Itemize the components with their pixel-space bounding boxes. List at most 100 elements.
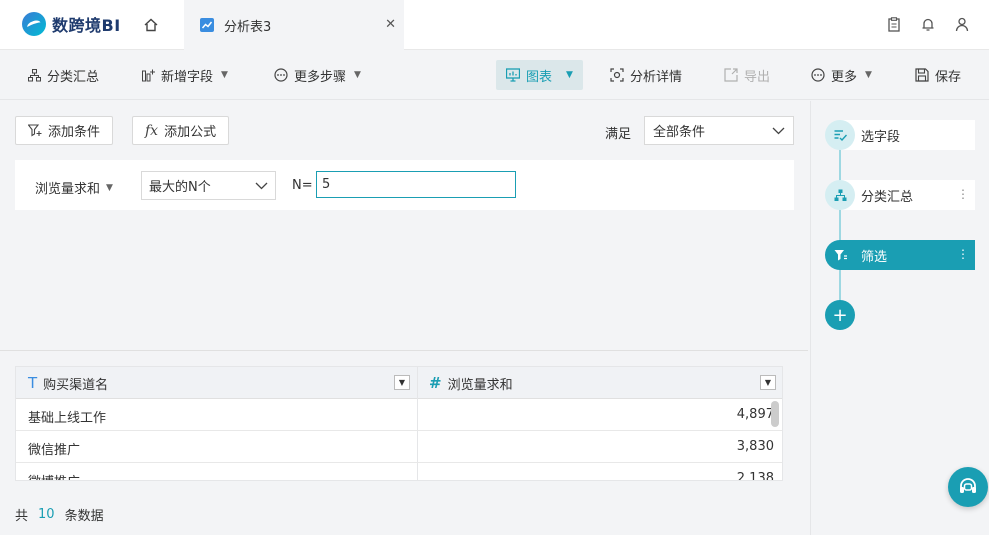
cell-channel: 基础上线工作	[28, 411, 107, 426]
logo-icon	[22, 12, 46, 36]
count-prefix: 共	[15, 509, 29, 524]
step-label: 分类汇总	[840, 180, 975, 210]
result-table: T 购买渠道名 ▼ # 浏览量求和 ▼ 基础上线工作 4,897 微信推广 3,…	[15, 366, 783, 481]
more-vertical-icon[interactable]: ⋮	[957, 187, 969, 201]
export-icon	[724, 68, 738, 82]
user-icon[interactable]	[953, 15, 971, 33]
bell-icon[interactable]	[919, 15, 937, 33]
more-circle-icon	[274, 68, 288, 82]
step-group-summary[interactable]: 分类汇总 ⋮	[825, 180, 975, 210]
analysis-details-label: 分析详情	[630, 69, 683, 85]
details-icon	[610, 68, 624, 82]
group-icon	[28, 68, 41, 81]
add-formula-label: 添加公式	[164, 125, 217, 140]
step-select-fields[interactable]: 选字段	[825, 120, 975, 150]
table-header: T 购买渠道名 ▼ # 浏览量求和 ▼	[16, 367, 782, 399]
add-field-icon	[142, 69, 155, 81]
table-row: 微博推广 2,138	[16, 463, 782, 481]
step-filter[interactable]: 筛选 ⋮	[825, 240, 975, 270]
table-row: 基础上线工作 4,897	[16, 399, 782, 431]
table-row: 微信推广 3,830	[16, 431, 782, 463]
divider	[0, 350, 808, 351]
condition-operator: 最大的N个	[149, 180, 211, 195]
fx-icon: fx	[145, 122, 159, 139]
save-icon	[915, 68, 929, 82]
group-summary-button[interactable]: 分类汇总	[22, 60, 105, 90]
more-circle-icon	[811, 68, 825, 82]
step-label: 选字段	[840, 120, 975, 150]
top-bar: 数跨境BI 分析表3 ✕	[0, 0, 989, 50]
home-icon	[144, 18, 158, 32]
n-label: N=	[292, 178, 313, 193]
add-condition-button[interactable]: 添加条件	[15, 116, 114, 145]
analysis-details-button[interactable]: 分析详情	[604, 60, 688, 90]
export-label: 导出	[744, 69, 771, 85]
cell-channel: 微信推广	[28, 443, 81, 458]
add-formula-button[interactable]: fx 添加公式	[132, 116, 230, 145]
text-type-icon: T	[28, 374, 38, 392]
logo-text: 数跨境BI	[52, 16, 121, 35]
cell-views: 2,138	[736, 471, 774, 481]
number-type-icon: #	[429, 374, 442, 392]
condition-field: 浏览量求和	[35, 182, 101, 197]
chart-button[interactable]: 图表 ▼	[496, 60, 583, 90]
satisfy-select[interactable]: 全部条件	[644, 116, 794, 145]
line-chart-icon	[200, 18, 214, 32]
add-step-button[interactable]: +	[825, 300, 855, 330]
tab-analysis[interactable]: 分析表3 ✕	[184, 0, 404, 50]
caret-down-icon: ▼	[106, 182, 113, 193]
tab-label: 分析表3	[224, 19, 272, 35]
chevron-down-icon	[772, 127, 785, 134]
chevron-down-icon	[255, 182, 268, 189]
count-value: 10	[38, 507, 55, 522]
column-header-views[interactable]: # 浏览量求和	[417, 367, 513, 399]
toolbar: 分类汇总 新增字段 ▼ 更多步骤 ▼ 图表 ▼ 分析详情 导出 更多 ▼ 保存	[0, 50, 989, 100]
n-value-input[interactable]	[316, 171, 516, 198]
satisfy-label: 满足	[605, 127, 632, 142]
more-button[interactable]: 更多 ▼	[805, 60, 878, 90]
group-summary-label: 分类汇总	[47, 69, 100, 85]
count-suffix: 条数据	[64, 509, 104, 524]
home-tab[interactable]	[137, 13, 165, 37]
group-icon	[825, 180, 855, 210]
add-field-label: 新增字段	[161, 69, 214, 85]
more-steps-button[interactable]: 更多步骤 ▼	[268, 60, 367, 90]
condition-row: 浏览量求和 ▼ 最大的N个 N=	[15, 160, 794, 210]
cell-channel: 微博推广	[28, 471, 80, 480]
cell-views: 4,897	[736, 407, 774, 422]
caret-down-icon: ▼	[566, 70, 573, 80]
condition-field-select[interactable]: 浏览量求和 ▼	[35, 178, 113, 197]
chart-label: 图表	[526, 69, 553, 85]
export-button[interactable]: 导出	[718, 60, 776, 90]
save-label: 保存	[935, 69, 962, 85]
close-icon[interactable]: ✕	[385, 17, 396, 32]
select-fields-icon	[825, 120, 855, 150]
logo[interactable]: 数跨境BI	[22, 12, 121, 36]
save-button[interactable]: 保存	[909, 60, 967, 90]
plus-icon: +	[832, 304, 848, 326]
table-scrollbar[interactable]	[771, 401, 779, 427]
condition-operator-select[interactable]: 最大的N个	[141, 171, 276, 200]
caret-down-icon: ▼	[354, 70, 361, 80]
column-dropdown-views[interactable]: ▼	[760, 375, 776, 390]
more-vertical-icon[interactable]: ⋮	[957, 247, 969, 261]
more-label: 更多	[831, 69, 858, 85]
cell-views: 3,830	[736, 439, 774, 454]
chart-board-icon	[506, 68, 520, 82]
add-field-button[interactable]: 新增字段 ▼	[136, 60, 234, 90]
column-label: 浏览量求和	[447, 377, 513, 393]
clipboard-icon[interactable]	[885, 15, 903, 33]
column-dropdown-channel[interactable]: ▼	[394, 375, 410, 390]
step-label: 筛选	[840, 240, 975, 270]
caret-down-icon: ▼	[221, 70, 228, 80]
filter-add-icon	[28, 124, 42, 137]
caret-down-icon: ▼	[865, 70, 872, 80]
column-label: 购买渠道名	[43, 377, 109, 393]
column-header-channel[interactable]: T 购买渠道名	[16, 367, 108, 399]
filter-icon	[825, 240, 855, 270]
headset-icon	[960, 478, 976, 493]
help-chat-button[interactable]	[948, 467, 988, 507]
more-steps-label: 更多步骤	[294, 69, 347, 85]
satisfy-value: 全部条件	[653, 125, 706, 140]
row-count: 共 10 条数据	[15, 505, 104, 524]
